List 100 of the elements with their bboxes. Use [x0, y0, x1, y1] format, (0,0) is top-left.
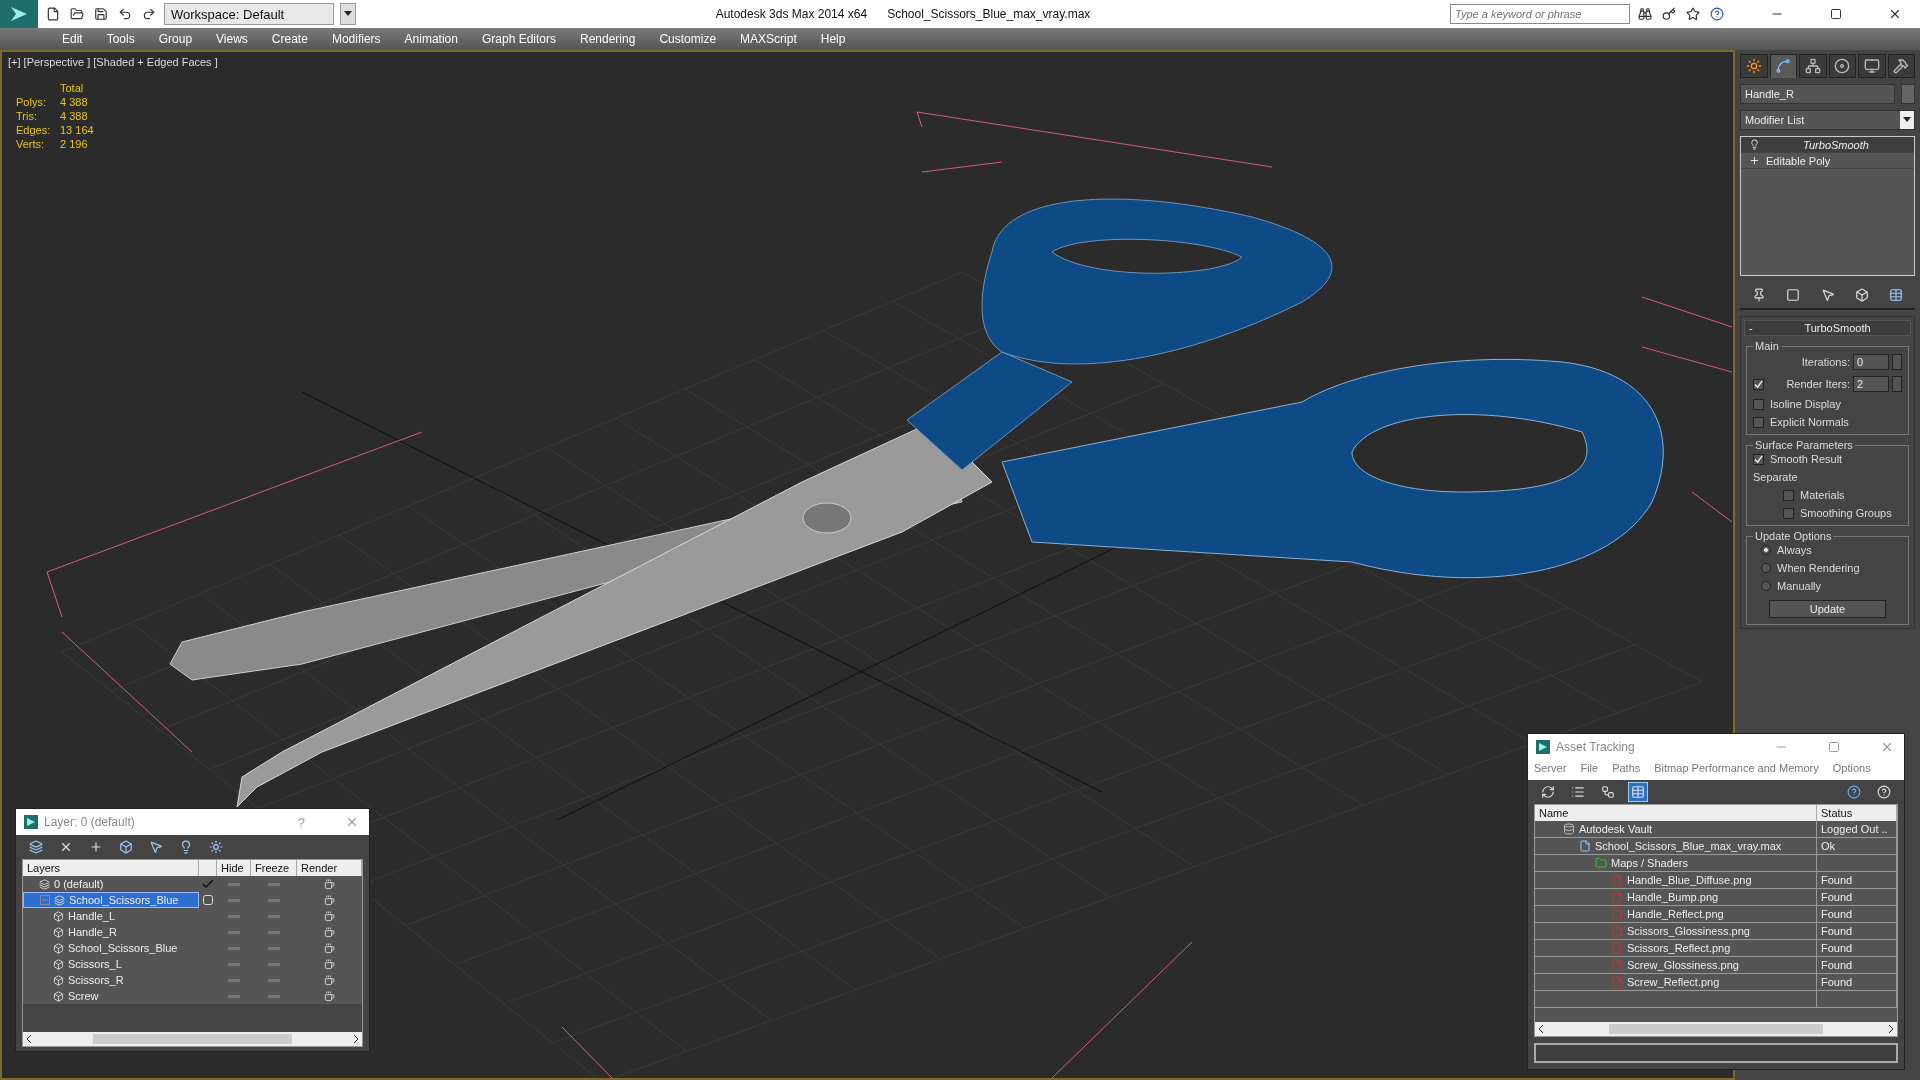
checkbox[interactable]	[1753, 378, 1764, 390]
menu-item[interactable]: Server	[1534, 762, 1567, 774]
layer-row[interactable]: Scissors_L	[23, 956, 199, 972]
checkbox[interactable]	[1753, 416, 1764, 428]
layer-row[interactable]: Screw	[23, 988, 199, 1004]
layer-row[interactable]: School_Scissors_Blue	[23, 940, 199, 956]
check-icon[interactable]	[202, 879, 214, 889]
search-field[interactable]: Type a keyword or phrase	[1450, 4, 1630, 24]
asset-name: Screw_Reflect.png	[1627, 976, 1720, 988]
dialog-title: Asset Tracking	[1556, 740, 1636, 754]
asset-name: Handle_Bump.png	[1627, 891, 1719, 903]
cube-icon	[53, 958, 64, 970]
spinner-arrows[interactable]	[1892, 376, 1902, 392]
dropdown-button[interactable]	[340, 3, 356, 25]
rollout-header[interactable]: - TurboSmooth	[1744, 320, 1911, 336]
checkbox[interactable]	[1753, 398, 1764, 410]
menu-item[interactable]: File	[1580, 762, 1599, 774]
panel-tab[interactable]	[1887, 54, 1915, 78]
workspace-dropdown[interactable]: Workspace: Default	[164, 3, 334, 25]
image-file-icon	[1611, 891, 1623, 903]
column-header[interactable]: Name	[1535, 805, 1817, 821]
star-button[interactable]	[1684, 5, 1702, 23]
modifier-list-dropdown[interactable]: Modifier List	[1740, 110, 1915, 130]
menu-item[interactable]: Edit	[50, 32, 95, 46]
configure-button[interactable]	[1887, 286, 1905, 304]
radio-button[interactable]	[1761, 581, 1771, 591]
checkbox-label: Materials	[1800, 489, 1845, 501]
menu-item[interactable]: Views	[204, 32, 260, 46]
color-swatch[interactable]	[1901, 84, 1915, 104]
app-logo[interactable]	[0, 0, 38, 28]
pointer-icon	[149, 840, 163, 854]
panel-tab[interactable]	[1799, 54, 1827, 78]
menu-item[interactable]: Options	[1832, 762, 1871, 774]
image-file-icon	[1611, 874, 1623, 886]
panel-tab[interactable]	[1828, 54, 1856, 78]
viewport-label[interactable]: [+] [Perspective ] [Shaded + Edged Faces ]	[8, 56, 218, 68]
radio-button[interactable]	[1761, 545, 1771, 555]
column-header[interactable]: Render	[297, 860, 362, 876]
render-iters-field[interactable]: 2	[1853, 376, 1889, 392]
layer-row[interactable]: School_Scissors_Blue	[23, 892, 199, 908]
check-icon	[1754, 454, 1763, 464]
stack-item[interactable]: TurboSmooth	[1741, 137, 1914, 153]
menu-item[interactable]: Group	[146, 32, 205, 46]
binoculars-button[interactable]	[1636, 5, 1654, 23]
menu-item[interactable]: Help	[808, 32, 858, 46]
layers-icon	[54, 894, 65, 906]
update-button[interactable]: Update	[1769, 600, 1886, 618]
checkbox[interactable]	[1753, 453, 1764, 465]
asset-status: Found	[1821, 891, 1853, 903]
file-icon	[46, 7, 60, 21]
layer-row[interactable]: Scissors_R	[23, 972, 199, 988]
help-button[interactable]	[1708, 5, 1726, 23]
iterations-field[interactable]: 0	[1853, 354, 1889, 370]
stack-item[interactable]: Editable Poly	[1741, 153, 1914, 169]
object-name-field[interactable]: Handle_R	[1740, 84, 1895, 104]
checkbox-label: Explicit Normals	[1770, 416, 1849, 428]
hierarchy-icon	[1804, 58, 1821, 74]
cube-icon	[53, 926, 64, 938]
toolbar-button[interactable]	[1628, 782, 1648, 802]
panel-tab[interactable]	[1858, 54, 1886, 78]
key-button[interactable]	[1660, 5, 1678, 23]
layer-row[interactable]: Handle_L	[23, 908, 199, 924]
monitor-icon	[1863, 58, 1880, 74]
radio-label: Always	[1777, 544, 1812, 556]
menu-item[interactable]: Graph Editors	[469, 32, 568, 46]
panel-tab[interactable]	[1769, 54, 1797, 78]
layer-row[interactable]: 0 (default)	[23, 876, 199, 892]
empty-box-icon[interactable]	[203, 895, 213, 905]
menu-item[interactable]: Customize	[647, 32, 729, 46]
menu-item[interactable]: MAXScript	[728, 32, 809, 46]
menu-item[interactable]: Paths	[1612, 762, 1641, 774]
menu-item[interactable]: Rendering	[568, 32, 648, 46]
layer-row[interactable]: Handle_R	[23, 924, 199, 940]
layer-name: 0 (default)	[54, 878, 104, 890]
radio-button[interactable]	[1761, 563, 1771, 573]
asset-status: Found	[1821, 908, 1853, 920]
cup-icon	[324, 894, 335, 906]
horizontal-scrollbar[interactable]	[1535, 1022, 1897, 1036]
cube-icon	[53, 990, 64, 1002]
asset-status: Found	[1821, 925, 1853, 937]
menu-item[interactable]: Animation	[392, 32, 470, 46]
menu-item[interactable]: Modifiers	[319, 32, 393, 46]
cup-icon	[324, 942, 335, 954]
maximize-button[interactable]	[1828, 6, 1844, 22]
save-button[interactable]	[92, 5, 110, 23]
menu-item[interactable]: Create	[259, 32, 320, 46]
column-header[interactable]: Layers	[23, 860, 199, 876]
layer-name: Scissors_L	[68, 958, 122, 970]
menu-item[interactable]: Tools	[94, 32, 147, 46]
close-icon	[1888, 7, 1902, 21]
column-header[interactable]: Status	[1817, 805, 1897, 821]
stat-value: 2 196	[60, 138, 89, 150]
checkbox[interactable]	[1783, 507, 1794, 519]
checkbox[interactable]	[1783, 489, 1794, 501]
spinner-arrows[interactable]	[1892, 354, 1902, 370]
panel-tab[interactable]	[1740, 54, 1768, 78]
horizontal-scrollbar[interactable]	[23, 1032, 362, 1046]
column-header[interactable]: Freeze	[251, 860, 297, 876]
column-header[interactable]: Hide	[217, 860, 251, 876]
bounding-box-line	[1691, 491, 1733, 523]
